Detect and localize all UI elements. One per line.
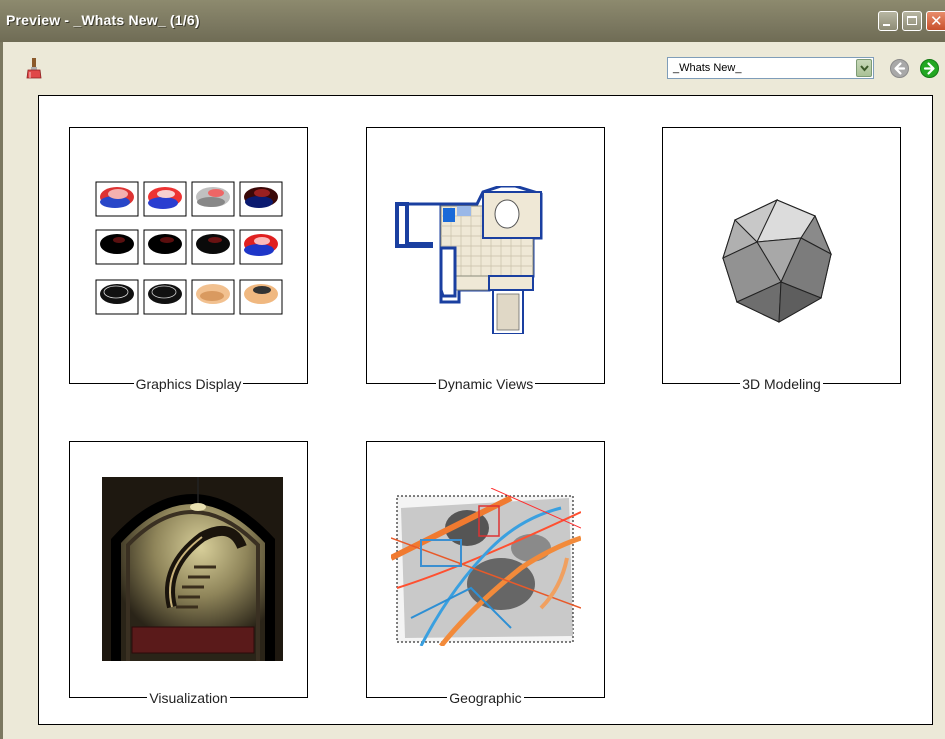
maximize-icon bbox=[907, 16, 917, 25]
3d-modeling-thumbnail bbox=[722, 198, 833, 323]
minimize-icon bbox=[883, 24, 890, 26]
tile-3d-modeling[interactable]: 3D Modeling bbox=[662, 127, 901, 392]
title-bar[interactable]: Preview - _Whats New_ (1/6) ✕ bbox=[0, 0, 945, 42]
minimize-button[interactable] bbox=[878, 11, 898, 31]
paint-brush-button[interactable] bbox=[26, 58, 42, 85]
tile-label: Dynamic Views bbox=[435, 376, 536, 392]
close-icon: ✕ bbox=[930, 12, 943, 30]
back-button[interactable] bbox=[890, 59, 909, 83]
window-title: Preview - _Whats New_ (1/6) bbox=[6, 12, 200, 28]
forward-arrow-icon bbox=[920, 59, 939, 78]
tile-label: Geographic bbox=[447, 690, 524, 706]
tile-label: Visualization bbox=[147, 690, 230, 706]
back-arrow-icon bbox=[890, 59, 909, 78]
tile-label: 3D Modeling bbox=[740, 376, 823, 392]
window-left-border bbox=[0, 42, 3, 739]
dropdown-arrow-button[interactable] bbox=[856, 59, 872, 77]
tile-visualization[interactable]: Visualization bbox=[69, 441, 308, 706]
chevron-down-icon bbox=[860, 65, 869, 72]
page-selector-dropdown[interactable]: _Whats New_ bbox=[667, 57, 874, 79]
page-selector-value: _Whats New_ bbox=[673, 62, 742, 74]
close-button[interactable]: ✕ bbox=[926, 11, 945, 31]
tile-label: Graphics Display bbox=[133, 376, 244, 392]
tile-graphics-display[interactable]: Graphics Display bbox=[69, 127, 308, 392]
visualization-thumbnail bbox=[102, 477, 283, 661]
dynamic-views-thumbnail bbox=[395, 186, 543, 334]
graphics-display-thumbnail bbox=[95, 181, 283, 315]
maximize-button[interactable] bbox=[902, 11, 922, 31]
tile-dynamic-views[interactable]: Dynamic Views bbox=[366, 127, 605, 392]
forward-button[interactable] bbox=[920, 59, 940, 83]
preview-panel: Graphics Display Dynamic Views 3D Modeli… bbox=[38, 95, 933, 725]
paint-brush-icon bbox=[26, 58, 42, 79]
tile-geographic[interactable]: Geographic bbox=[366, 441, 605, 706]
geographic-thumbnail bbox=[391, 488, 581, 646]
